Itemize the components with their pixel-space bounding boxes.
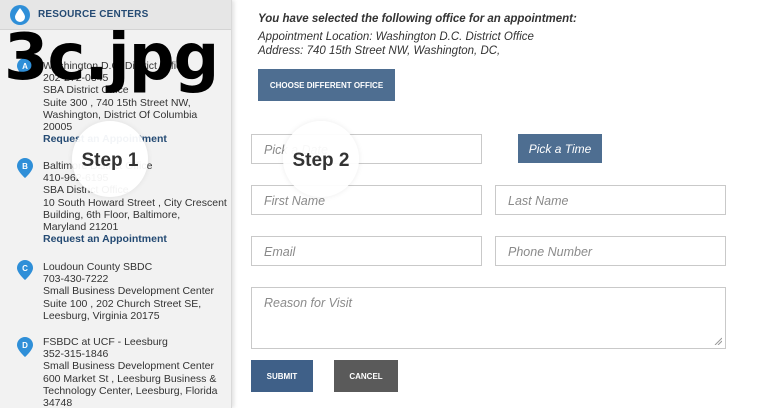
office-type: Small Business Development Center xyxy=(43,360,214,373)
reason-for-visit-textarea[interactable]: Reason for Visit xyxy=(251,287,726,349)
office-address-line: Technology Center, Leesburg, Florida xyxy=(43,384,218,397)
office-details: Loudoun County SBDC 703-430-7222 Small B… xyxy=(43,261,229,322)
last-name-input[interactable]: Last Name xyxy=(495,185,726,215)
office-name: Loudoun County SBDC xyxy=(43,261,153,273)
office-address-line: Washington, District Of Columbia xyxy=(43,108,198,121)
office-address-line: 600 Market St , Leesburg Business & xyxy=(43,372,217,385)
submit-button[interactable]: SUBMIT xyxy=(251,360,313,392)
phone-number-input[interactable]: Phone Number xyxy=(495,236,726,266)
step-2-label: Step 2 xyxy=(292,150,350,171)
office-address-line: Suite 100 , 202 Church Street SE, xyxy=(43,297,202,310)
last-name-placeholder: Last Name xyxy=(508,194,569,208)
choose-different-office-button[interactable]: CHOOSE DIFFERENT OFFICE xyxy=(258,69,395,101)
reason-placeholder: Reason for Visit xyxy=(264,296,353,310)
map-pin-c-icon: C xyxy=(17,260,33,280)
office-phone: 352-315-1846 xyxy=(43,348,109,361)
office-address-line: Leesburg, Virginia 20175 xyxy=(43,309,160,322)
email-input[interactable]: Email xyxy=(251,236,482,266)
office-details: FSBDC at UCF - Leesburg 352-315-1846 Sma… xyxy=(43,336,229,408)
svg-text:C: C xyxy=(22,264,28,273)
step-1-label: Step 1 xyxy=(81,150,139,171)
office-address-line: Suite 300 , 740 15th Street NW, xyxy=(43,96,191,109)
request-appointment-link[interactable]: Request an Appointment xyxy=(43,233,229,245)
office-address-line: Maryland 21201 xyxy=(43,221,119,234)
pick-time-button[interactable]: Pick a Time xyxy=(518,134,602,163)
first-name-input[interactable]: First Name xyxy=(251,185,482,215)
sidebar-title: RESOURCE CENTERS xyxy=(38,9,149,20)
filename-watermark: 3c.jpg xyxy=(4,21,219,95)
selection-heading: You have selected the following office f… xyxy=(258,13,577,25)
office-phone: 703-430-7222 xyxy=(43,273,109,286)
appointment-address: Address: 740 15th Street NW, Washington,… xyxy=(258,45,501,57)
office-type: Small Business Development Center xyxy=(43,285,214,298)
appointment-location: Appointment Location: Washington D.C. Di… xyxy=(258,31,534,43)
svg-text:B: B xyxy=(22,162,28,171)
step-1-callout: Step 1 xyxy=(72,121,148,197)
cancel-button[interactable]: CANCEL xyxy=(334,360,398,392)
office-address-line: 34748 xyxy=(43,397,73,408)
office-address-line: Building, 6th Floor, Baltimore, xyxy=(43,208,181,221)
office-name: FSBDC at UCF - Leesburg xyxy=(43,336,168,348)
svg-text:D: D xyxy=(22,341,28,350)
office-address-line: 10 South Howard Street , City Crescent xyxy=(43,196,227,209)
map-pin-d-icon: D xyxy=(17,337,33,357)
step-2-callout: Step 2 xyxy=(283,121,359,197)
phone-placeholder: Phone Number xyxy=(508,245,593,259)
resize-grip-icon[interactable] xyxy=(714,337,722,345)
map-pin-b-icon: B xyxy=(17,158,33,178)
email-placeholder: Email xyxy=(264,245,296,259)
